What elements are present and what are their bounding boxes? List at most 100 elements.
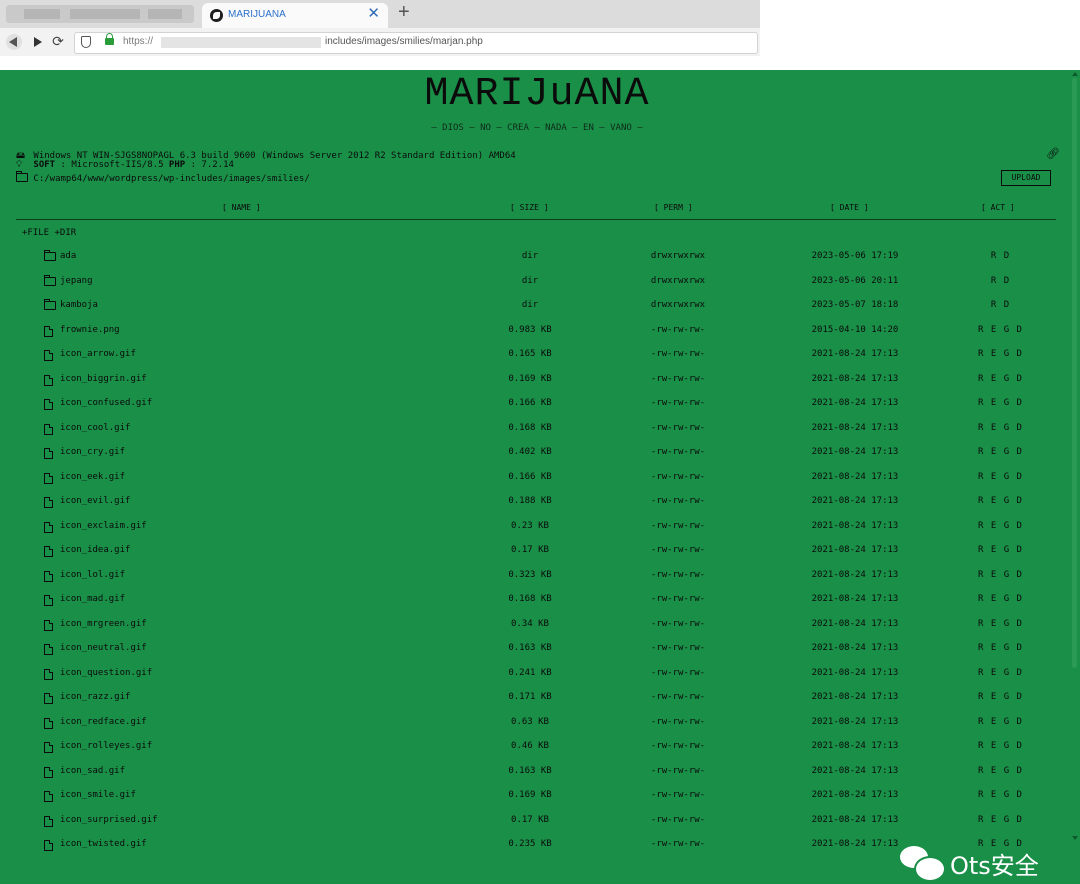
file-actions[interactable]: R D — [960, 276, 1040, 286]
file-actions[interactable]: R E G D — [960, 349, 1040, 359]
file-date[interactable]: 2021-08-24 17:13 — [790, 570, 920, 580]
upload-button[interactable]: UPLOAD — [1001, 170, 1051, 186]
shield-icon[interactable] — [81, 36, 91, 48]
file-actions[interactable]: R E G D — [960, 790, 1040, 800]
file-date[interactable]: 2021-08-24 17:13 — [790, 349, 920, 359]
new-tab-icon[interactable]: + — [398, 2, 410, 22]
file-date[interactable]: 2021-08-24 17:13 — [790, 521, 920, 531]
file-name[interactable]: icon_lol.gif — [60, 570, 125, 580]
address-bar[interactable]: https:// includes/images/smilies/marjan.… — [74, 32, 758, 54]
file-name[interactable]: frownie.png — [60, 325, 120, 335]
file-actions[interactable]: R E G D — [960, 717, 1040, 727]
close-icon[interactable]: ✕ — [367, 6, 380, 21]
file-date[interactable]: 2021-08-24 17:13 — [790, 717, 920, 727]
file-actions[interactable]: R E G D — [960, 521, 1040, 531]
forward-icon[interactable] — [30, 34, 46, 50]
file-actions[interactable]: R D — [960, 300, 1040, 310]
file-name[interactable]: ada — [60, 251, 76, 261]
file-date[interactable]: 2023-05-06 20:11 — [790, 276, 920, 286]
file-date[interactable]: 2023-05-07 18:18 — [790, 300, 920, 310]
file-actions[interactable]: R E G D — [960, 472, 1040, 482]
file-perm[interactable]: -rw-rw-rw- — [628, 374, 728, 384]
file-perm[interactable]: -rw-rw-rw- — [628, 815, 728, 825]
file-actions[interactable]: R E G D — [960, 741, 1040, 751]
file-perm[interactable]: -rw-rw-rw- — [628, 398, 728, 408]
file-perm[interactable]: -rw-rw-rw- — [628, 717, 728, 727]
file-date[interactable]: 2021-08-24 17:13 — [790, 692, 920, 702]
file-name[interactable]: icon_twisted.gif — [60, 839, 147, 849]
file-perm[interactable]: -rw-rw-rw- — [628, 741, 728, 751]
file-perm[interactable]: drwxrwxrwx — [628, 276, 728, 286]
lock-icon[interactable] — [105, 33, 114, 45]
file-date[interactable]: 2021-08-24 17:13 — [790, 472, 920, 482]
file-perm[interactable]: -rw-rw-rw- — [628, 325, 728, 335]
file-perm[interactable]: -rw-rw-rw- — [628, 766, 728, 776]
scrollbar[interactable] — [1069, 70, 1080, 842]
file-name[interactable]: icon_neutral.gif — [60, 643, 147, 653]
file-date[interactable]: 2021-08-24 17:13 — [790, 766, 920, 776]
file-actions[interactable]: R E G D — [960, 423, 1040, 433]
file-name[interactable]: jepang — [60, 276, 93, 286]
file-date[interactable]: 2021-08-24 17:13 — [790, 643, 920, 653]
file-perm[interactable]: -rw-rw-rw- — [628, 790, 728, 800]
file-name[interactable]: icon_cool.gif — [60, 423, 130, 433]
file-perm[interactable]: -rw-rw-rw- — [628, 472, 728, 482]
file-date[interactable]: 2021-08-24 17:13 — [790, 668, 920, 678]
file-name[interactable]: icon_question.gif — [60, 668, 152, 678]
file-actions[interactable]: R E G D — [960, 374, 1040, 384]
file-name[interactable]: icon_eek.gif — [60, 472, 125, 482]
file-date[interactable]: 2021-08-24 17:13 — [790, 374, 920, 384]
file-date[interactable]: 2021-08-24 17:13 — [790, 545, 920, 555]
file-date[interactable]: 2023-05-06 17:19 — [790, 251, 920, 261]
file-perm[interactable]: drwxrwxrwx — [628, 251, 728, 261]
scrollbar-thumb[interactable] — [1072, 78, 1077, 668]
file-perm[interactable]: -rw-rw-rw- — [628, 619, 728, 629]
file-actions[interactable]: R E G D — [960, 496, 1040, 506]
file-actions[interactable]: R E G D — [960, 643, 1040, 653]
file-name[interactable]: icon_sad.gif — [60, 766, 125, 776]
file-actions[interactable]: R E G D — [960, 692, 1040, 702]
current-path[interactable]: C:/wamp64/www/wordpress/wp-includes/imag… — [33, 174, 309, 184]
file-actions[interactable]: R E G D — [960, 570, 1040, 580]
file-perm[interactable]: -rw-rw-rw- — [628, 692, 728, 702]
file-actions[interactable]: R E G D — [960, 766, 1040, 776]
file-date[interactable]: 2021-08-24 17:13 — [790, 790, 920, 800]
file-name[interactable]: icon_arrow.gif — [60, 349, 136, 359]
file-name[interactable]: icon_idea.gif — [60, 545, 130, 555]
file-date[interactable]: 2021-08-24 17:13 — [790, 447, 920, 457]
file-name[interactable]: icon_redface.gif — [60, 717, 147, 727]
file-perm[interactable]: -rw-rw-rw- — [628, 496, 728, 506]
file-name[interactable]: icon_biggrin.gif — [60, 374, 147, 384]
file-date[interactable]: 2021-08-24 17:13 — [790, 619, 920, 629]
reload-icon[interactable]: ⟳ — [50, 34, 66, 50]
tab-inactive-blurred[interactable] — [6, 5, 194, 23]
file-name[interactable]: icon_exclaim.gif — [60, 521, 147, 531]
file-actions[interactable]: R E G D — [960, 668, 1040, 678]
file-perm[interactable]: -rw-rw-rw- — [628, 839, 728, 849]
file-date[interactable]: 2021-08-24 17:13 — [790, 741, 920, 751]
file-actions[interactable]: R E G D — [960, 325, 1040, 335]
file-actions[interactable]: R E G D — [960, 545, 1040, 555]
file-actions[interactable]: R E G D — [960, 815, 1040, 825]
back-icon[interactable] — [6, 34, 22, 50]
file-actions[interactable]: R E G D — [960, 447, 1040, 457]
file-actions[interactable]: R E G D — [960, 398, 1040, 408]
file-name[interactable]: icon_surprised.gif — [60, 815, 158, 825]
file-name[interactable]: icon_mad.gif — [60, 594, 125, 604]
file-name[interactable]: icon_confused.gif — [60, 398, 152, 408]
file-name[interactable]: kamboja — [60, 300, 98, 310]
file-name[interactable]: icon_razz.gif — [60, 692, 130, 702]
file-perm[interactable]: drwxrwxrwx — [628, 300, 728, 310]
file-perm[interactable]: -rw-rw-rw- — [628, 668, 728, 678]
file-date[interactable]: 2021-08-24 17:13 — [790, 398, 920, 408]
file-actions[interactable]: R E G D — [960, 619, 1040, 629]
file-perm[interactable]: -rw-rw-rw- — [628, 447, 728, 457]
tab-active[interactable]: MARIJUANA ✕ — [202, 3, 388, 28]
file-actions[interactable]: R E G D — [960, 594, 1040, 604]
file-perm[interactable]: -rw-rw-rw- — [628, 643, 728, 653]
file-date[interactable]: 2021-08-24 17:13 — [790, 423, 920, 433]
file-perm[interactable]: -rw-rw-rw- — [628, 521, 728, 531]
create-actions[interactable]: +FILE +DIR — [22, 228, 76, 238]
file-name[interactable]: icon_cry.gif — [60, 447, 125, 457]
file-date[interactable]: 2021-08-24 17:13 — [790, 594, 920, 604]
